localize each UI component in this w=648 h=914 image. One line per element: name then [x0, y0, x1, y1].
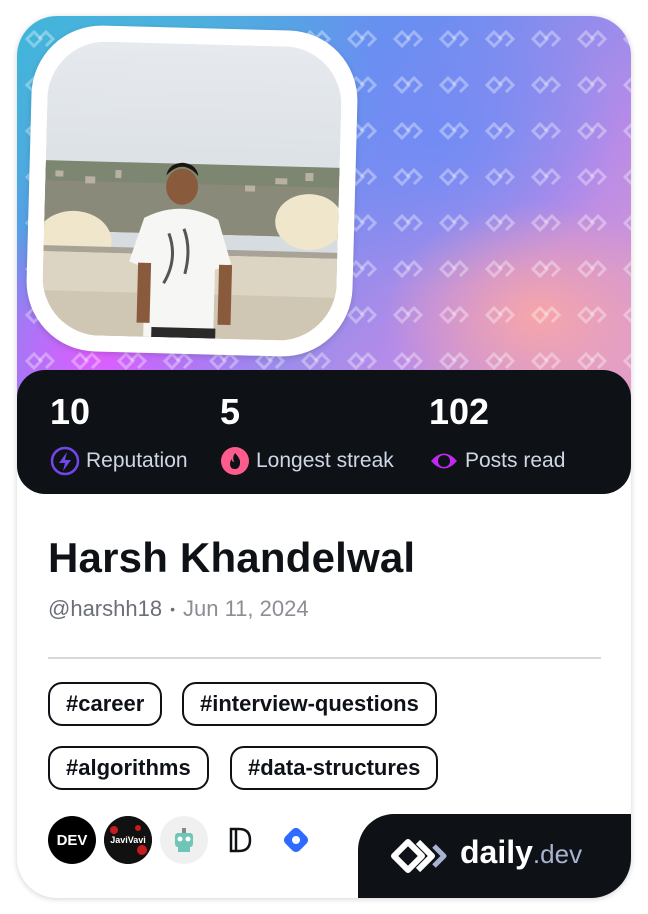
tag-chip[interactable]: #data-structures: [230, 746, 439, 790]
profile-name: Harsh Khandelwal: [48, 534, 416, 581]
stat-value: 10: [50, 391, 91, 432]
stat-label: Longest streak: [256, 449, 394, 472]
daily-dev-brand: daily.dev: [358, 814, 631, 898]
stat-label: Reputation: [86, 449, 188, 472]
daily-dev-logo-icon: [391, 839, 447, 873]
divider: [48, 657, 601, 659]
brand-wordmark: daily.dev: [460, 834, 582, 871]
brand-name: daily: [460, 834, 533, 870]
stat-posts-read: 102 Posts read: [429, 392, 565, 476]
avatar-frame: [24, 23, 360, 359]
tag-chip[interactable]: #career: [48, 682, 163, 726]
flame-icon: [221, 447, 249, 475]
stat-longest-streak: 5 Longest streak: [220, 392, 394, 476]
stat-label: Posts read: [465, 449, 566, 472]
stat-value: 5: [220, 391, 241, 432]
eye-icon: [431, 453, 457, 469]
profile-handle: @harshh18: [48, 596, 163, 621]
tag-chip[interactable]: #algorithms: [48, 746, 209, 790]
profile-meta: @harshh18 • Jun 11, 2024: [48, 596, 309, 622]
robot-source-icon[interactable]: [160, 816, 208, 864]
blue-diamond-source-icon[interactable]: [272, 816, 320, 864]
devcard: 10 Reputation 5 Longest streak 102 Posts…: [17, 16, 631, 898]
tag-chip[interactable]: #interview-questions: [182, 682, 437, 726]
meta-separator: •: [170, 601, 175, 617]
stats-bar: 10 Reputation 5 Longest streak 102 Posts…: [17, 370, 631, 494]
stat-value: 102: [429, 391, 490, 432]
avatar: [41, 40, 343, 342]
d-logo-source-icon[interactable]: [216, 816, 264, 864]
join-date: Jun 11, 2024: [182, 596, 309, 621]
dev-source-icon[interactable]: DEV: [48, 816, 96, 864]
javivavi-source-icon[interactable]: JaviVavi: [104, 816, 152, 864]
brand-tld: .dev: [532, 839, 583, 869]
lightning-icon: [50, 446, 80, 476]
stat-reputation: 10 Reputation: [50, 392, 188, 476]
